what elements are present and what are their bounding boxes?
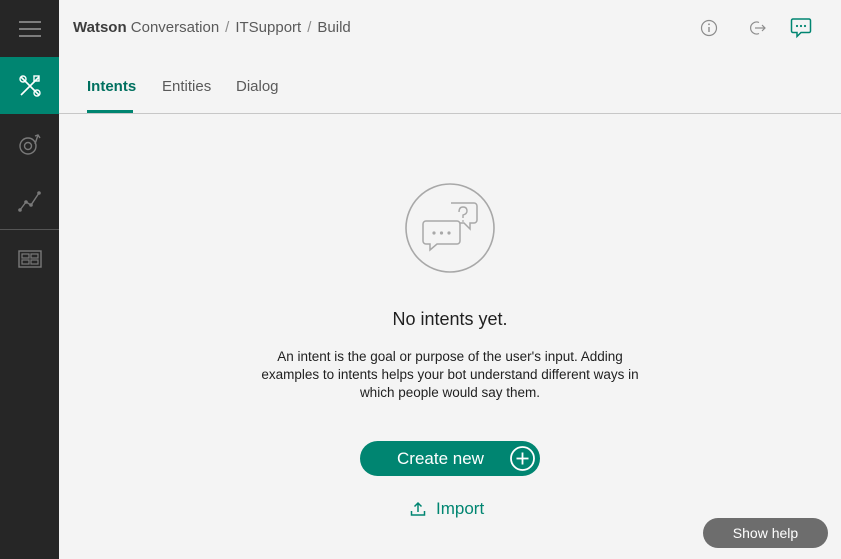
- import-label: Import: [436, 499, 485, 518]
- tab-entities[interactable]: Entities: [162, 78, 211, 95]
- tab-intents[interactable]: Intents: [87, 78, 136, 95]
- create-new-label: Create new: [397, 448, 484, 468]
- breadcrumb-product[interactable]: Conversation: [131, 19, 219, 36]
- exit-icon: [750, 21, 766, 35]
- info-button[interactable]: [698, 17, 720, 39]
- tab-dialog[interactable]: Dialog: [236, 78, 279, 95]
- hamburger-menu-icon: [18, 20, 41, 37]
- chat-button[interactable]: [790, 17, 812, 39]
- sidebar-item-build[interactable]: [0, 57, 59, 114]
- breadcrumb-page: Build: [317, 19, 351, 36]
- sidebar-item-analytics[interactable]: [0, 172, 59, 229]
- create-new-button[interactable]: Create new: [360, 441, 540, 476]
- upload-icon: [410, 501, 426, 516]
- breadcrumb-brand[interactable]: Watson: [73, 19, 127, 36]
- main-content: Watson Conversation / ITSupport / Build: [59, 0, 841, 559]
- show-help-button[interactable]: Show help: [703, 518, 828, 548]
- breadcrumb-workspace[interactable]: ITSupport: [235, 19, 301, 36]
- exit-button[interactable]: [747, 17, 769, 39]
- sidebar: [0, 0, 59, 559]
- workspaces-icon: [17, 249, 42, 268]
- sidebar-item-workspaces[interactable]: [0, 230, 59, 287]
- tab-bar: Intents Entities Dialog: [59, 57, 841, 114]
- import-button[interactable]: Import: [410, 499, 484, 519]
- tools-icon: [18, 74, 41, 97]
- info-icon: [700, 19, 718, 37]
- sidebar-item-improve[interactable]: [0, 115, 59, 172]
- add-circle-icon: [510, 446, 535, 471]
- target-arrow-icon: [18, 133, 41, 155]
- breadcrumb-separator: /: [307, 19, 312, 36]
- empty-state-title: No intents yet.: [392, 309, 508, 329]
- chat-bubbles-icon: [405, 183, 495, 273]
- breadcrumb-separator: /: [225, 19, 230, 36]
- top-bar: Watson Conversation / ITSupport / Build: [59, 0, 841, 57]
- empty-state-description: An intent is the goal or purpose of the …: [261, 349, 639, 400]
- menu-button[interactable]: [0, 0, 59, 57]
- active-tab-indicator: [87, 110, 133, 113]
- breadcrumb: Watson Conversation / ITSupport / Build: [73, 19, 351, 36]
- line-graph-icon: [17, 190, 41, 212]
- chat-icon: [790, 18, 812, 39]
